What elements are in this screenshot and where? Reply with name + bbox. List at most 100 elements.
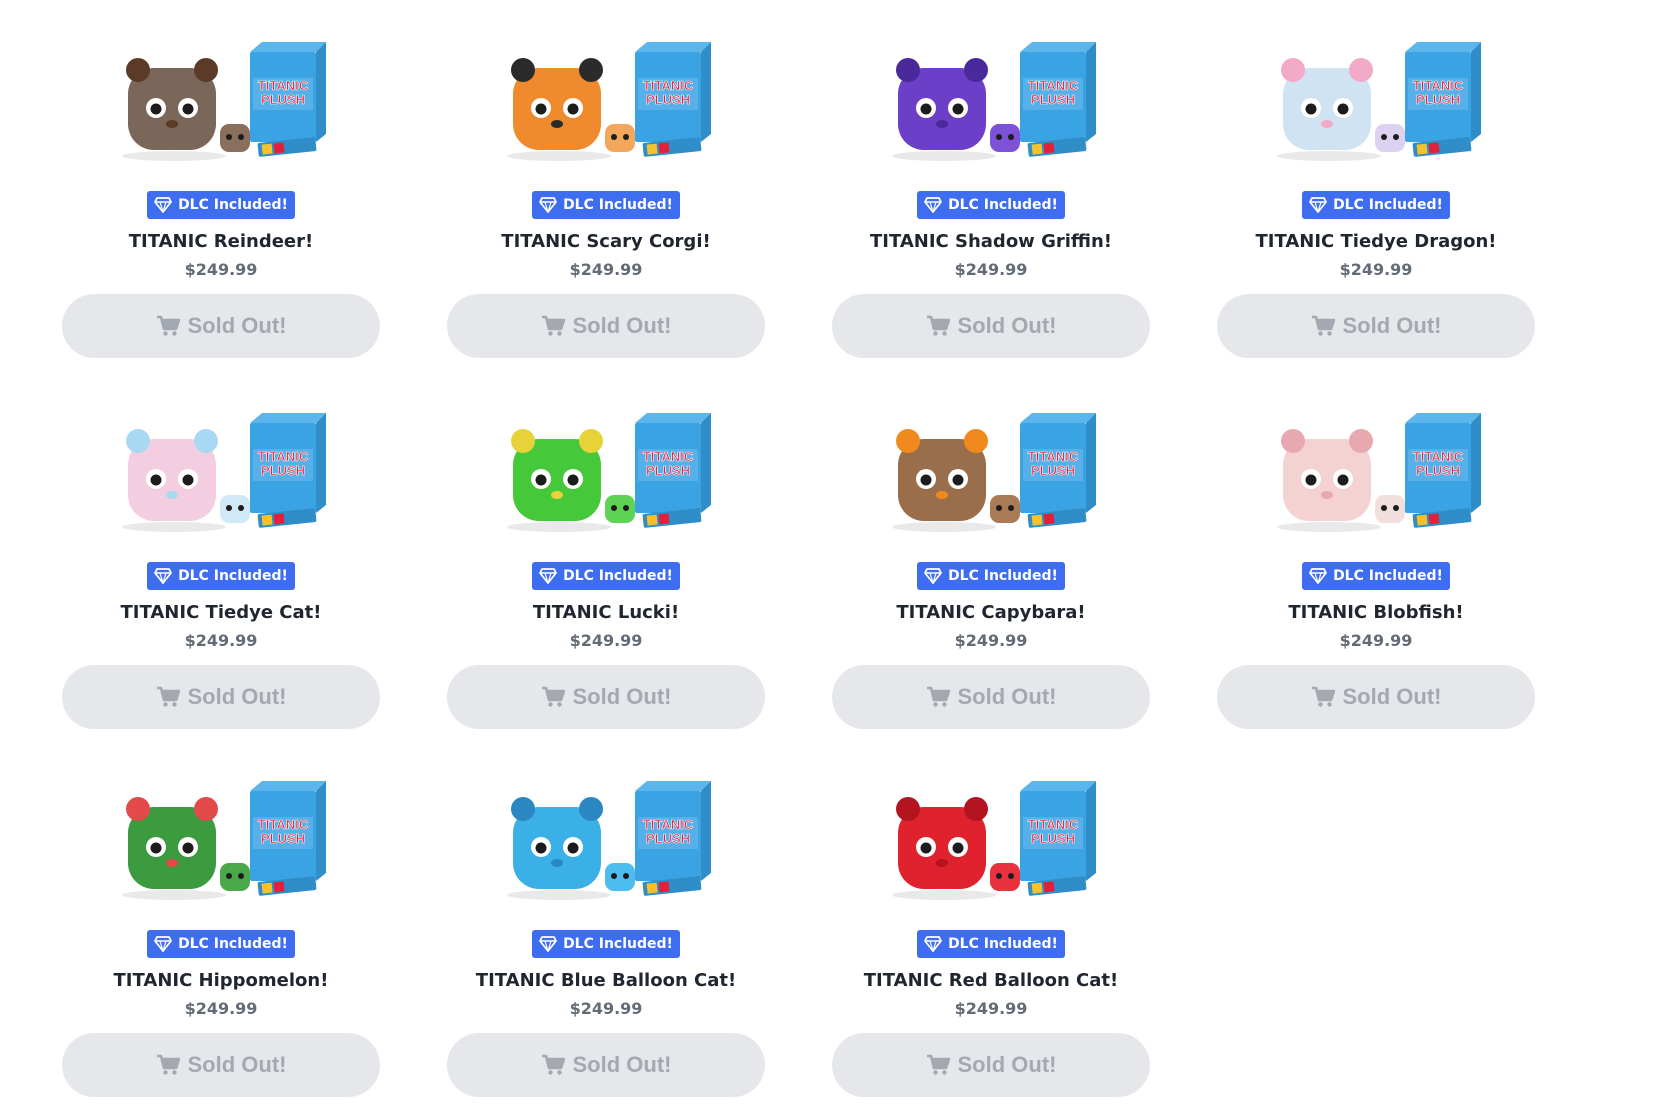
sold-out-label: Sold Out! [1342,684,1442,709]
svg-text:TITANIC: TITANIC [643,78,694,93]
product-price: $249.99 [184,631,258,650]
badge-label: DLC Included! [178,197,288,213]
product-card-5: TITANIC PLUSH DLC Included! TITANIC Tied… [62,379,380,739]
dlc-included-badge: DLC Included! [1302,562,1450,590]
diamond-gem-icon [924,936,942,952]
svg-text:PLUSH: PLUSH [1031,463,1075,478]
product-title[interactable]: TITANIC Scary Corgi! [447,231,765,252]
sold-out-label: Sold Out! [572,1052,672,1077]
diamond-gem-icon [154,568,172,584]
badge-label: DLC Included! [563,936,673,952]
product-image[interactable]: TITANIC PLUSH [882,777,1100,907]
svg-text:TITANIC: TITANIC [1413,449,1464,464]
sold-out-button[interactable]: Sold Out! [62,294,380,358]
product-title[interactable]: TITANIC Tiedye Dragon! [1217,231,1535,252]
diamond-gem-icon [924,568,942,584]
sold-out-button[interactable]: Sold Out! [1217,665,1535,729]
sold-out-button[interactable]: Sold Out! [832,294,1150,358]
product-price: $249.99 [954,631,1028,650]
sold-out-label: Sold Out! [572,684,672,709]
svg-text:TITANIC: TITANIC [1413,78,1464,93]
sold-out-button[interactable]: Sold Out! [62,1033,380,1097]
shopping-cart-icon [541,686,565,707]
badge-label: DLC Included! [178,568,288,584]
dlc-included-badge: DLC Included! [147,562,295,590]
shopping-cart-icon [926,686,950,707]
shopping-cart-icon [156,686,180,707]
badge-label: DLC Included! [948,936,1058,952]
product-card-1: TITANIC PLUSH DLC Included! TITANIC Rein… [62,8,380,368]
product-title[interactable]: TITANIC Capybara! [832,602,1150,623]
sold-out-label: Sold Out! [187,1052,287,1077]
product-image[interactable]: TITANIC PLUSH [497,777,715,907]
product-image[interactable]: TITANIC PLUSH [497,409,715,539]
diamond-gem-icon [539,197,557,213]
product-image[interactable]: TITANIC PLUSH [882,409,1100,539]
badge-label: DLC Included! [563,568,673,584]
product-price: $249.99 [954,260,1028,279]
shopping-cart-icon [156,1054,180,1075]
product-title[interactable]: TITANIC Hippomelon! [62,970,380,991]
product-price: $249.99 [184,260,258,279]
diamond-gem-icon [154,197,172,213]
product-card-3: TITANIC PLUSH DLC Included! TITANIC Shad… [832,8,1150,368]
shopping-cart-icon [541,315,565,336]
product-title[interactable]: TITANIC Blobfish! [1217,602,1535,623]
svg-text:PLUSH: PLUSH [646,463,690,478]
product-price: $249.99 [184,999,258,1018]
svg-text:TITANIC: TITANIC [258,449,309,464]
svg-text:PLUSH: PLUSH [1031,92,1075,107]
sold-out-button[interactable]: Sold Out! [447,294,765,358]
sold-out-button[interactable]: Sold Out! [447,1033,765,1097]
product-price: $249.99 [569,631,643,650]
product-image[interactable]: TITANIC PLUSH [1267,38,1485,168]
dlc-included-badge: DLC Included! [147,930,295,958]
shopping-cart-icon [156,315,180,336]
product-title[interactable]: TITANIC Tiedye Cat! [62,602,380,623]
svg-text:PLUSH: PLUSH [261,831,305,846]
product-card-11: TITANIC PLUSH DLC Included! TITANIC Red … [832,747,1150,1107]
diamond-gem-icon [1309,197,1327,213]
sold-out-label: Sold Out! [957,313,1057,338]
product-price: $249.99 [569,999,643,1018]
sold-out-button[interactable]: Sold Out! [62,665,380,729]
product-card-2: TITANIC PLUSH DLC Included! TITANIC Scar… [447,8,765,368]
shopping-cart-icon [926,1054,950,1075]
product-image[interactable]: TITANIC PLUSH [1267,409,1485,539]
sold-out-label: Sold Out! [572,313,672,338]
product-price: $249.99 [954,999,1028,1018]
product-image[interactable]: TITANIC PLUSH [882,38,1100,168]
badge-label: DLC Included! [948,197,1058,213]
product-price: $249.99 [569,260,643,279]
shopping-cart-icon [926,315,950,336]
svg-text:TITANIC: TITANIC [258,78,309,93]
product-image[interactable]: TITANIC PLUSH [112,409,330,539]
svg-text:PLUSH: PLUSH [646,92,690,107]
dlc-included-badge: DLC Included! [532,191,680,219]
product-card-7: TITANIC PLUSH DLC Included! TITANIC Capy… [832,379,1150,739]
diamond-gem-icon [539,568,557,584]
product-title[interactable]: TITANIC Blue Balloon Cat! [447,970,765,991]
sold-out-button[interactable]: Sold Out! [447,665,765,729]
product-card-4: TITANIC PLUSH DLC Included! TITANIC Tied… [1217,8,1535,368]
product-image[interactable]: TITANIC PLUSH [112,777,330,907]
dlc-included-badge: DLC Included! [532,562,680,590]
product-title[interactable]: TITANIC Lucki! [447,602,765,623]
product-image[interactable]: TITANIC PLUSH [497,38,715,168]
diamond-gem-icon [924,197,942,213]
svg-text:TITANIC: TITANIC [1028,449,1079,464]
product-title[interactable]: TITANIC Red Balloon Cat! [832,970,1150,991]
product-title[interactable]: TITANIC Reindeer! [62,231,380,252]
product-price: $249.99 [1339,260,1413,279]
product-image[interactable]: TITANIC PLUSH [112,38,330,168]
dlc-included-badge: DLC Included! [917,930,1065,958]
product-title[interactable]: TITANIC Shadow Griffin! [832,231,1150,252]
sold-out-button[interactable]: Sold Out! [832,1033,1150,1097]
svg-text:TITANIC: TITANIC [1028,78,1079,93]
svg-text:TITANIC: TITANIC [258,817,309,832]
sold-out-label: Sold Out! [957,684,1057,709]
sold-out-button[interactable]: Sold Out! [1217,294,1535,358]
sold-out-label: Sold Out! [957,1052,1057,1077]
sold-out-button[interactable]: Sold Out! [832,665,1150,729]
svg-text:TITANIC: TITANIC [643,449,694,464]
